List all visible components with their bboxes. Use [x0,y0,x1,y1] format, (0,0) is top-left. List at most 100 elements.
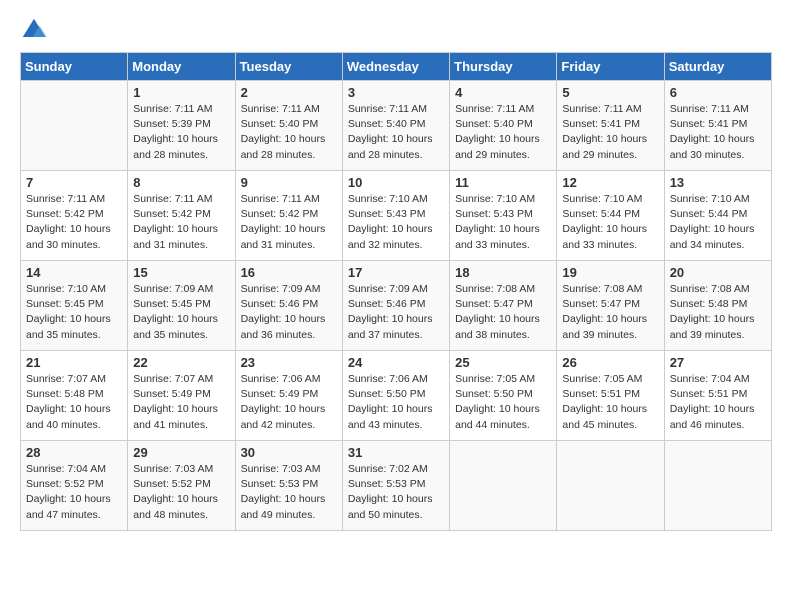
day-number: 6 [670,85,766,100]
calendar-cell: 26 Sunrise: 7:05 AM Sunset: 5:51 PM Dayli… [557,351,664,441]
day-info: Sunrise: 7:09 AM Sunset: 5:45 PM Dayligh… [133,282,229,343]
day-number: 27 [670,355,766,370]
day-info: Sunrise: 7:10 AM Sunset: 5:44 PM Dayligh… [562,192,658,253]
header-day-monday: Monday [128,53,235,81]
header-day-saturday: Saturday [664,53,771,81]
day-number: 29 [133,445,229,460]
day-number: 4 [455,85,551,100]
calendar-cell: 25 Sunrise: 7:05 AM Sunset: 5:50 PM Dayli… [450,351,557,441]
day-number: 5 [562,85,658,100]
day-number: 31 [348,445,444,460]
calendar-cell: 18 Sunrise: 7:08 AM Sunset: 5:47 PM Dayli… [450,261,557,351]
calendar-cell: 29 Sunrise: 7:03 AM Sunset: 5:52 PM Dayli… [128,441,235,531]
calendar-cell: 21 Sunrise: 7:07 AM Sunset: 5:48 PM Dayli… [21,351,128,441]
day-number: 2 [241,85,337,100]
calendar-cell: 13 Sunrise: 7:10 AM Sunset: 5:44 PM Dayli… [664,171,771,261]
calendar-cell [21,81,128,171]
calendar-cell: 15 Sunrise: 7:09 AM Sunset: 5:45 PM Dayli… [128,261,235,351]
calendar-week-4: 21 Sunrise: 7:07 AM Sunset: 5:48 PM Dayli… [21,351,772,441]
day-info: Sunrise: 7:10 AM Sunset: 5:44 PM Dayligh… [670,192,766,253]
day-info: Sunrise: 7:03 AM Sunset: 5:52 PM Dayligh… [133,462,229,523]
header-day-wednesday: Wednesday [342,53,449,81]
logo [20,16,52,44]
day-number: 30 [241,445,337,460]
day-number: 19 [562,265,658,280]
header-day-sunday: Sunday [21,53,128,81]
day-info: Sunrise: 7:09 AM Sunset: 5:46 PM Dayligh… [348,282,444,343]
header-day-thursday: Thursday [450,53,557,81]
calendar-cell: 9 Sunrise: 7:11 AM Sunset: 5:42 PM Daylig… [235,171,342,261]
calendar-cell: 20 Sunrise: 7:08 AM Sunset: 5:48 PM Dayli… [664,261,771,351]
day-info: Sunrise: 7:11 AM Sunset: 5:41 PM Dayligh… [670,102,766,163]
day-info: Sunrise: 7:11 AM Sunset: 5:42 PM Dayligh… [26,192,122,253]
day-number: 18 [455,265,551,280]
day-info: Sunrise: 7:11 AM Sunset: 5:42 PM Dayligh… [241,192,337,253]
day-number: 20 [670,265,766,280]
day-number: 12 [562,175,658,190]
day-number: 16 [241,265,337,280]
day-number: 13 [670,175,766,190]
day-info: Sunrise: 7:04 AM Sunset: 5:52 PM Dayligh… [26,462,122,523]
calendar-week-1: 1Sunrise: 7:11 AM Sunset: 5:39 PM Daylig… [21,81,772,171]
calendar-cell [557,441,664,531]
day-info: Sunrise: 7:05 AM Sunset: 5:51 PM Dayligh… [562,372,658,433]
calendar-cell: 6 Sunrise: 7:11 AM Sunset: 5:41 PM Daylig… [664,81,771,171]
day-info: Sunrise: 7:03 AM Sunset: 5:53 PM Dayligh… [241,462,337,523]
day-number: 23 [241,355,337,370]
header-day-friday: Friday [557,53,664,81]
calendar-header: SundayMondayTuesdayWednesdayThursdayFrid… [21,53,772,81]
day-number: 22 [133,355,229,370]
calendar-cell: 14 Sunrise: 7:10 AM Sunset: 5:45 PM Dayli… [21,261,128,351]
day-number: 8 [133,175,229,190]
day-info: Sunrise: 7:11 AM Sunset: 5:42 PM Dayligh… [133,192,229,253]
day-info: Sunrise: 7:11 AM Sunset: 5:40 PM Dayligh… [241,102,337,163]
calendar-cell: 27Sunrise: 7:04 AM Sunset: 5:51 PM Dayli… [664,351,771,441]
day-number: 25 [455,355,551,370]
calendar-cell: 31Sunrise: 7:02 AM Sunset: 5:53 PM Dayli… [342,441,449,531]
calendar-cell [450,441,557,531]
calendar-cell: 22Sunrise: 7:07 AM Sunset: 5:49 PM Dayli… [128,351,235,441]
day-number: 15 [133,265,229,280]
calendar-cell: 30 Sunrise: 7:03 AM Sunset: 5:53 PM Dayli… [235,441,342,531]
day-number: 3 [348,85,444,100]
calendar-cell: 7 Sunrise: 7:11 AM Sunset: 5:42 PM Daylig… [21,171,128,261]
calendar-cell: 23 Sunrise: 7:06 AM Sunset: 5:49 PM Dayli… [235,351,342,441]
day-info: Sunrise: 7:10 AM Sunset: 5:45 PM Dayligh… [26,282,122,343]
calendar-cell: 24 Sunrise: 7:06 AM Sunset: 5:50 PM Dayli… [342,351,449,441]
day-number: 24 [348,355,444,370]
day-info: Sunrise: 7:08 AM Sunset: 5:48 PM Dayligh… [670,282,766,343]
calendar-week-5: 28 Sunrise: 7:04 AM Sunset: 5:52 PM Dayli… [21,441,772,531]
calendar-cell: 28 Sunrise: 7:04 AM Sunset: 5:52 PM Dayli… [21,441,128,531]
day-number: 26 [562,355,658,370]
calendar-cell: 1Sunrise: 7:11 AM Sunset: 5:39 PM Daylig… [128,81,235,171]
day-info: Sunrise: 7:06 AM Sunset: 5:50 PM Dayligh… [348,372,444,433]
calendar-body: 1Sunrise: 7:11 AM Sunset: 5:39 PM Daylig… [21,81,772,531]
day-number: 9 [241,175,337,190]
calendar-table: SundayMondayTuesdayWednesdayThursdayFrid… [20,52,772,531]
header-row: SundayMondayTuesdayWednesdayThursdayFrid… [21,53,772,81]
day-info: Sunrise: 7:07 AM Sunset: 5:48 PM Dayligh… [26,372,122,433]
page-header [20,16,772,44]
day-info: Sunrise: 7:11 AM Sunset: 5:40 PM Dayligh… [348,102,444,163]
logo-icon [20,16,48,44]
calendar-cell: 5Sunrise: 7:11 AM Sunset: 5:41 PM Daylig… [557,81,664,171]
day-number: 11 [455,175,551,190]
day-number: 17 [348,265,444,280]
day-info: Sunrise: 7:05 AM Sunset: 5:50 PM Dayligh… [455,372,551,433]
calendar-cell: 12 Sunrise: 7:10 AM Sunset: 5:44 PM Dayli… [557,171,664,261]
day-info: Sunrise: 7:11 AM Sunset: 5:39 PM Dayligh… [133,102,229,163]
day-number: 14 [26,265,122,280]
day-number: 10 [348,175,444,190]
calendar-cell: 4Sunrise: 7:11 AM Sunset: 5:40 PM Daylig… [450,81,557,171]
day-number: 21 [26,355,122,370]
day-info: Sunrise: 7:08 AM Sunset: 5:47 PM Dayligh… [455,282,551,343]
calendar-cell [664,441,771,531]
calendar-cell: 19Sunrise: 7:08 AM Sunset: 5:47 PM Dayli… [557,261,664,351]
day-number: 7 [26,175,122,190]
calendar-cell: 3 Sunrise: 7:11 AM Sunset: 5:40 PM Daylig… [342,81,449,171]
day-number: 28 [26,445,122,460]
calendar-cell: 10 Sunrise: 7:10 AM Sunset: 5:43 PM Dayli… [342,171,449,261]
day-info: Sunrise: 7:06 AM Sunset: 5:49 PM Dayligh… [241,372,337,433]
day-info: Sunrise: 7:10 AM Sunset: 5:43 PM Dayligh… [348,192,444,253]
calendar-cell: 2 Sunrise: 7:11 AM Sunset: 5:40 PM Daylig… [235,81,342,171]
